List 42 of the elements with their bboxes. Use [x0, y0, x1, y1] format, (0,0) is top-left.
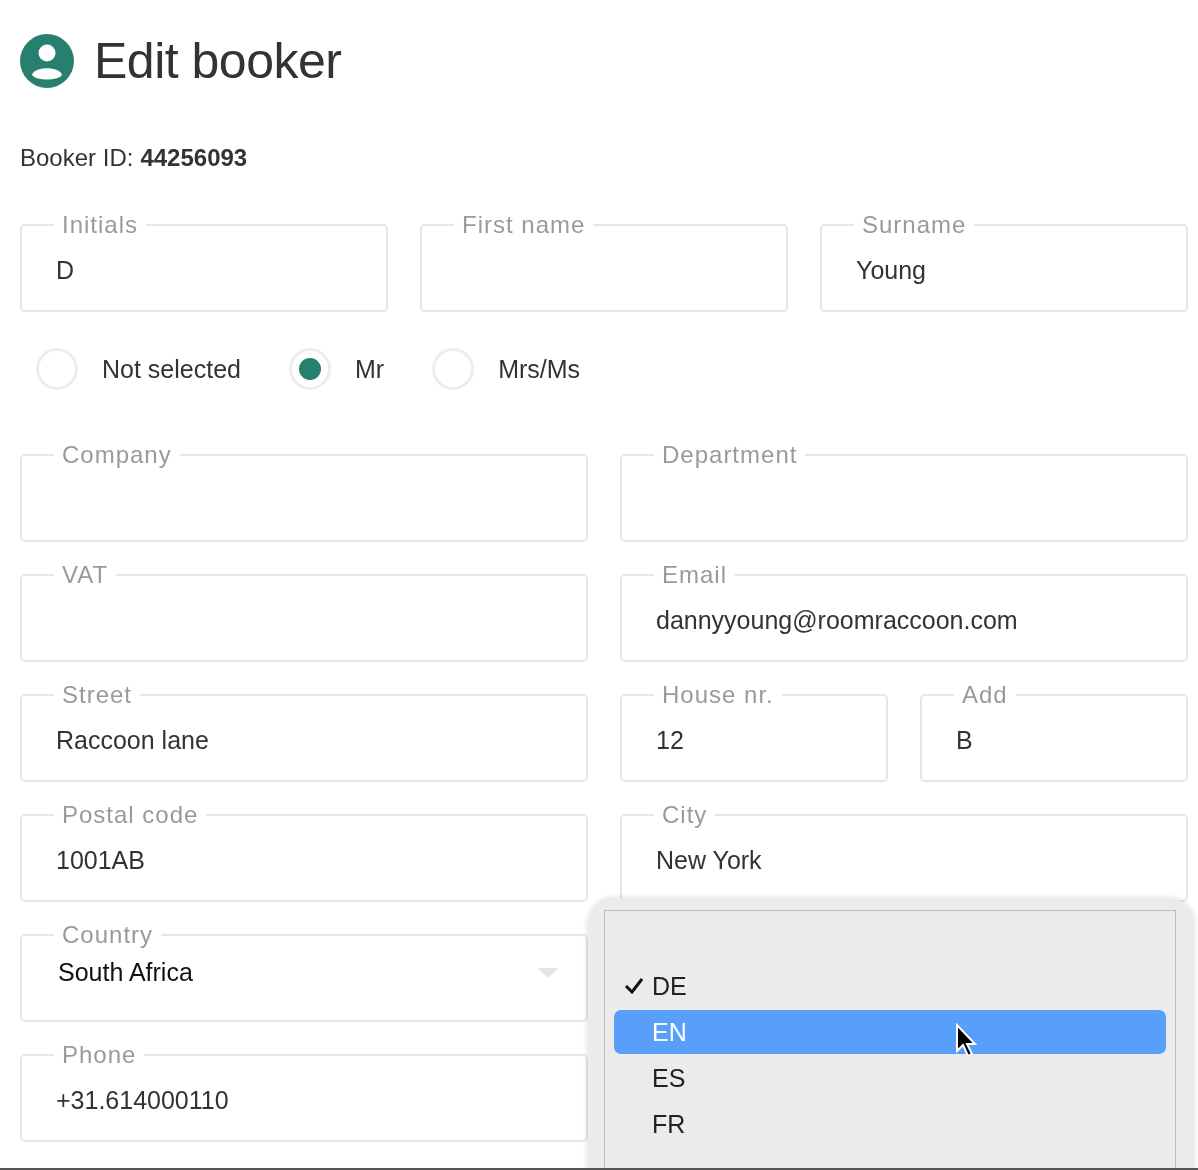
booker-id-value: 44256093 — [140, 144, 248, 172]
field-label: Surname — [861, 212, 968, 238]
field-value: Young — [856, 256, 926, 285]
field-value: B — [956, 726, 973, 755]
menu-item[interactable]: FR — [614, 1102, 1166, 1146]
booker-id-label: Booker ID: — [20, 144, 134, 172]
menu-item[interactable]: ES — [614, 1056, 1166, 1100]
field-label: Department — [661, 442, 799, 468]
dropdown-caret-icon — [538, 967, 558, 978]
radio-label: Not selected — [102, 354, 241, 384]
field-label: First name — [461, 212, 587, 238]
user-avatar-icon — [20, 34, 74, 88]
field-value: New York — [656, 846, 762, 875]
field-label: Postal code — [61, 802, 200, 828]
field-label: Company — [61, 442, 173, 468]
field-label: Initials — [61, 212, 140, 238]
field-label: Add — [961, 682, 1009, 708]
field-value: 1001AB — [56, 846, 145, 875]
menu-item-label: EN — [651, 1017, 687, 1047]
menu-item[interactable]: DE — [614, 964, 1166, 1008]
field-label: House nr. — [661, 682, 775, 708]
radio-label: Mr — [354, 354, 385, 384]
menu-item-label: FR — [651, 1109, 686, 1139]
menu-item-label: DE — [624, 971, 687, 1001]
field-label: VAT — [61, 562, 110, 588]
field-value: Raccoon lane — [56, 726, 209, 755]
field-value: dannyyoung@roomraccoon.com — [656, 606, 1018, 635]
mouse-pointer-icon — [955, 1023, 979, 1059]
field-label: Street — [61, 682, 134, 708]
checkmark-icon — [624, 977, 644, 995]
field-label: Country — [61, 922, 155, 948]
field-value: South Africa — [58, 958, 193, 987]
field-label: Phone — [61, 1042, 138, 1068]
radio-label: Mrs/Ms — [498, 354, 581, 384]
page-title: Edit booker — [94, 32, 342, 90]
radio-button[interactable] — [288, 348, 331, 390]
menu-item-label: ES — [651, 1063, 686, 1093]
field-label: City — [661, 802, 709, 828]
field-value: D — [56, 256, 75, 285]
field-value: +31.614000110 — [56, 1086, 229, 1115]
field-label: Email — [661, 562, 728, 588]
field-value: 12 — [656, 726, 684, 755]
